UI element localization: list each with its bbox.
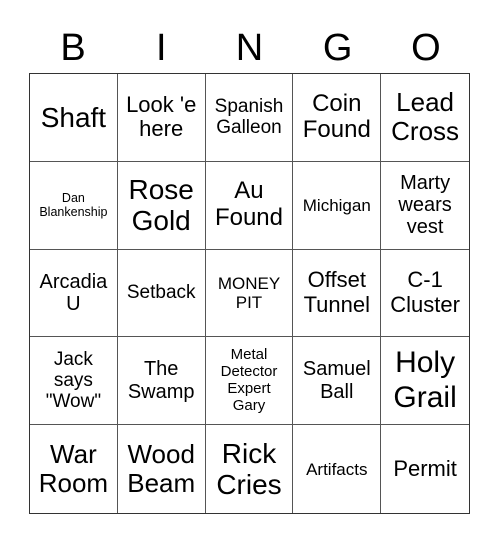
bingo-cell[interactable]: Lead Cross: [381, 74, 469, 162]
bingo-cell[interactable]: Samuel Ball: [293, 337, 382, 426]
header-letter-b: B: [60, 27, 86, 69]
bingo-grid: Shaft Look 'e here Spanish Galleon Coin …: [29, 73, 470, 514]
bingo-cell[interactable]: Coin Found: [293, 74, 382, 162]
bingo-cell[interactable]: Jack says "Wow": [30, 337, 118, 426]
bingo-cell[interactable]: Spanish Galleon: [205, 74, 294, 162]
bingo-cell[interactable]: Shaft: [30, 74, 118, 162]
bingo-cell[interactable]: Metal Detector Expert Gary: [205, 337, 294, 426]
bingo-cell[interactable]: Look 'e here: [117, 74, 206, 162]
bingo-cell[interactable]: Rick Cries: [206, 425, 294, 513]
header-letter-g: G: [322, 27, 353, 69]
bingo-cell[interactable]: Wood Beam: [118, 425, 206, 513]
bingo-cell[interactable]: Offset Tunnel: [293, 249, 382, 338]
header-letter-o: O: [411, 27, 441, 69]
bingo-cell[interactable]: Permit: [381, 425, 469, 513]
header-letter-n: N: [235, 27, 264, 69]
bingo-cell[interactable]: War Room: [30, 425, 118, 513]
bingo-cell[interactable]: The Swamp: [117, 337, 206, 426]
bingo-cell[interactable]: MONEY PIT: [205, 249, 294, 338]
bingo-cell[interactable]: Setback: [117, 249, 206, 338]
bingo-cell[interactable]: Michigan: [293, 161, 382, 250]
bingo-cell[interactable]: Dan Blankenship: [30, 161, 118, 250]
bingo-cell[interactable]: Au Found: [205, 161, 294, 250]
bingo-cell[interactable]: Marty wears vest: [381, 162, 469, 250]
bingo-cell[interactable]: Artifacts: [293, 425, 382, 513]
bingo-header: B I N G O: [29, 22, 470, 74]
header-letter-i: I: [156, 27, 167, 69]
bingo-cell[interactable]: Arcadia U: [30, 249, 118, 338]
bingo-cell[interactable]: Holy Grail: [381, 337, 469, 426]
bingo-cell[interactable]: Rose Gold: [117, 161, 206, 250]
bingo-cell[interactable]: C-1 Cluster: [381, 250, 469, 338]
